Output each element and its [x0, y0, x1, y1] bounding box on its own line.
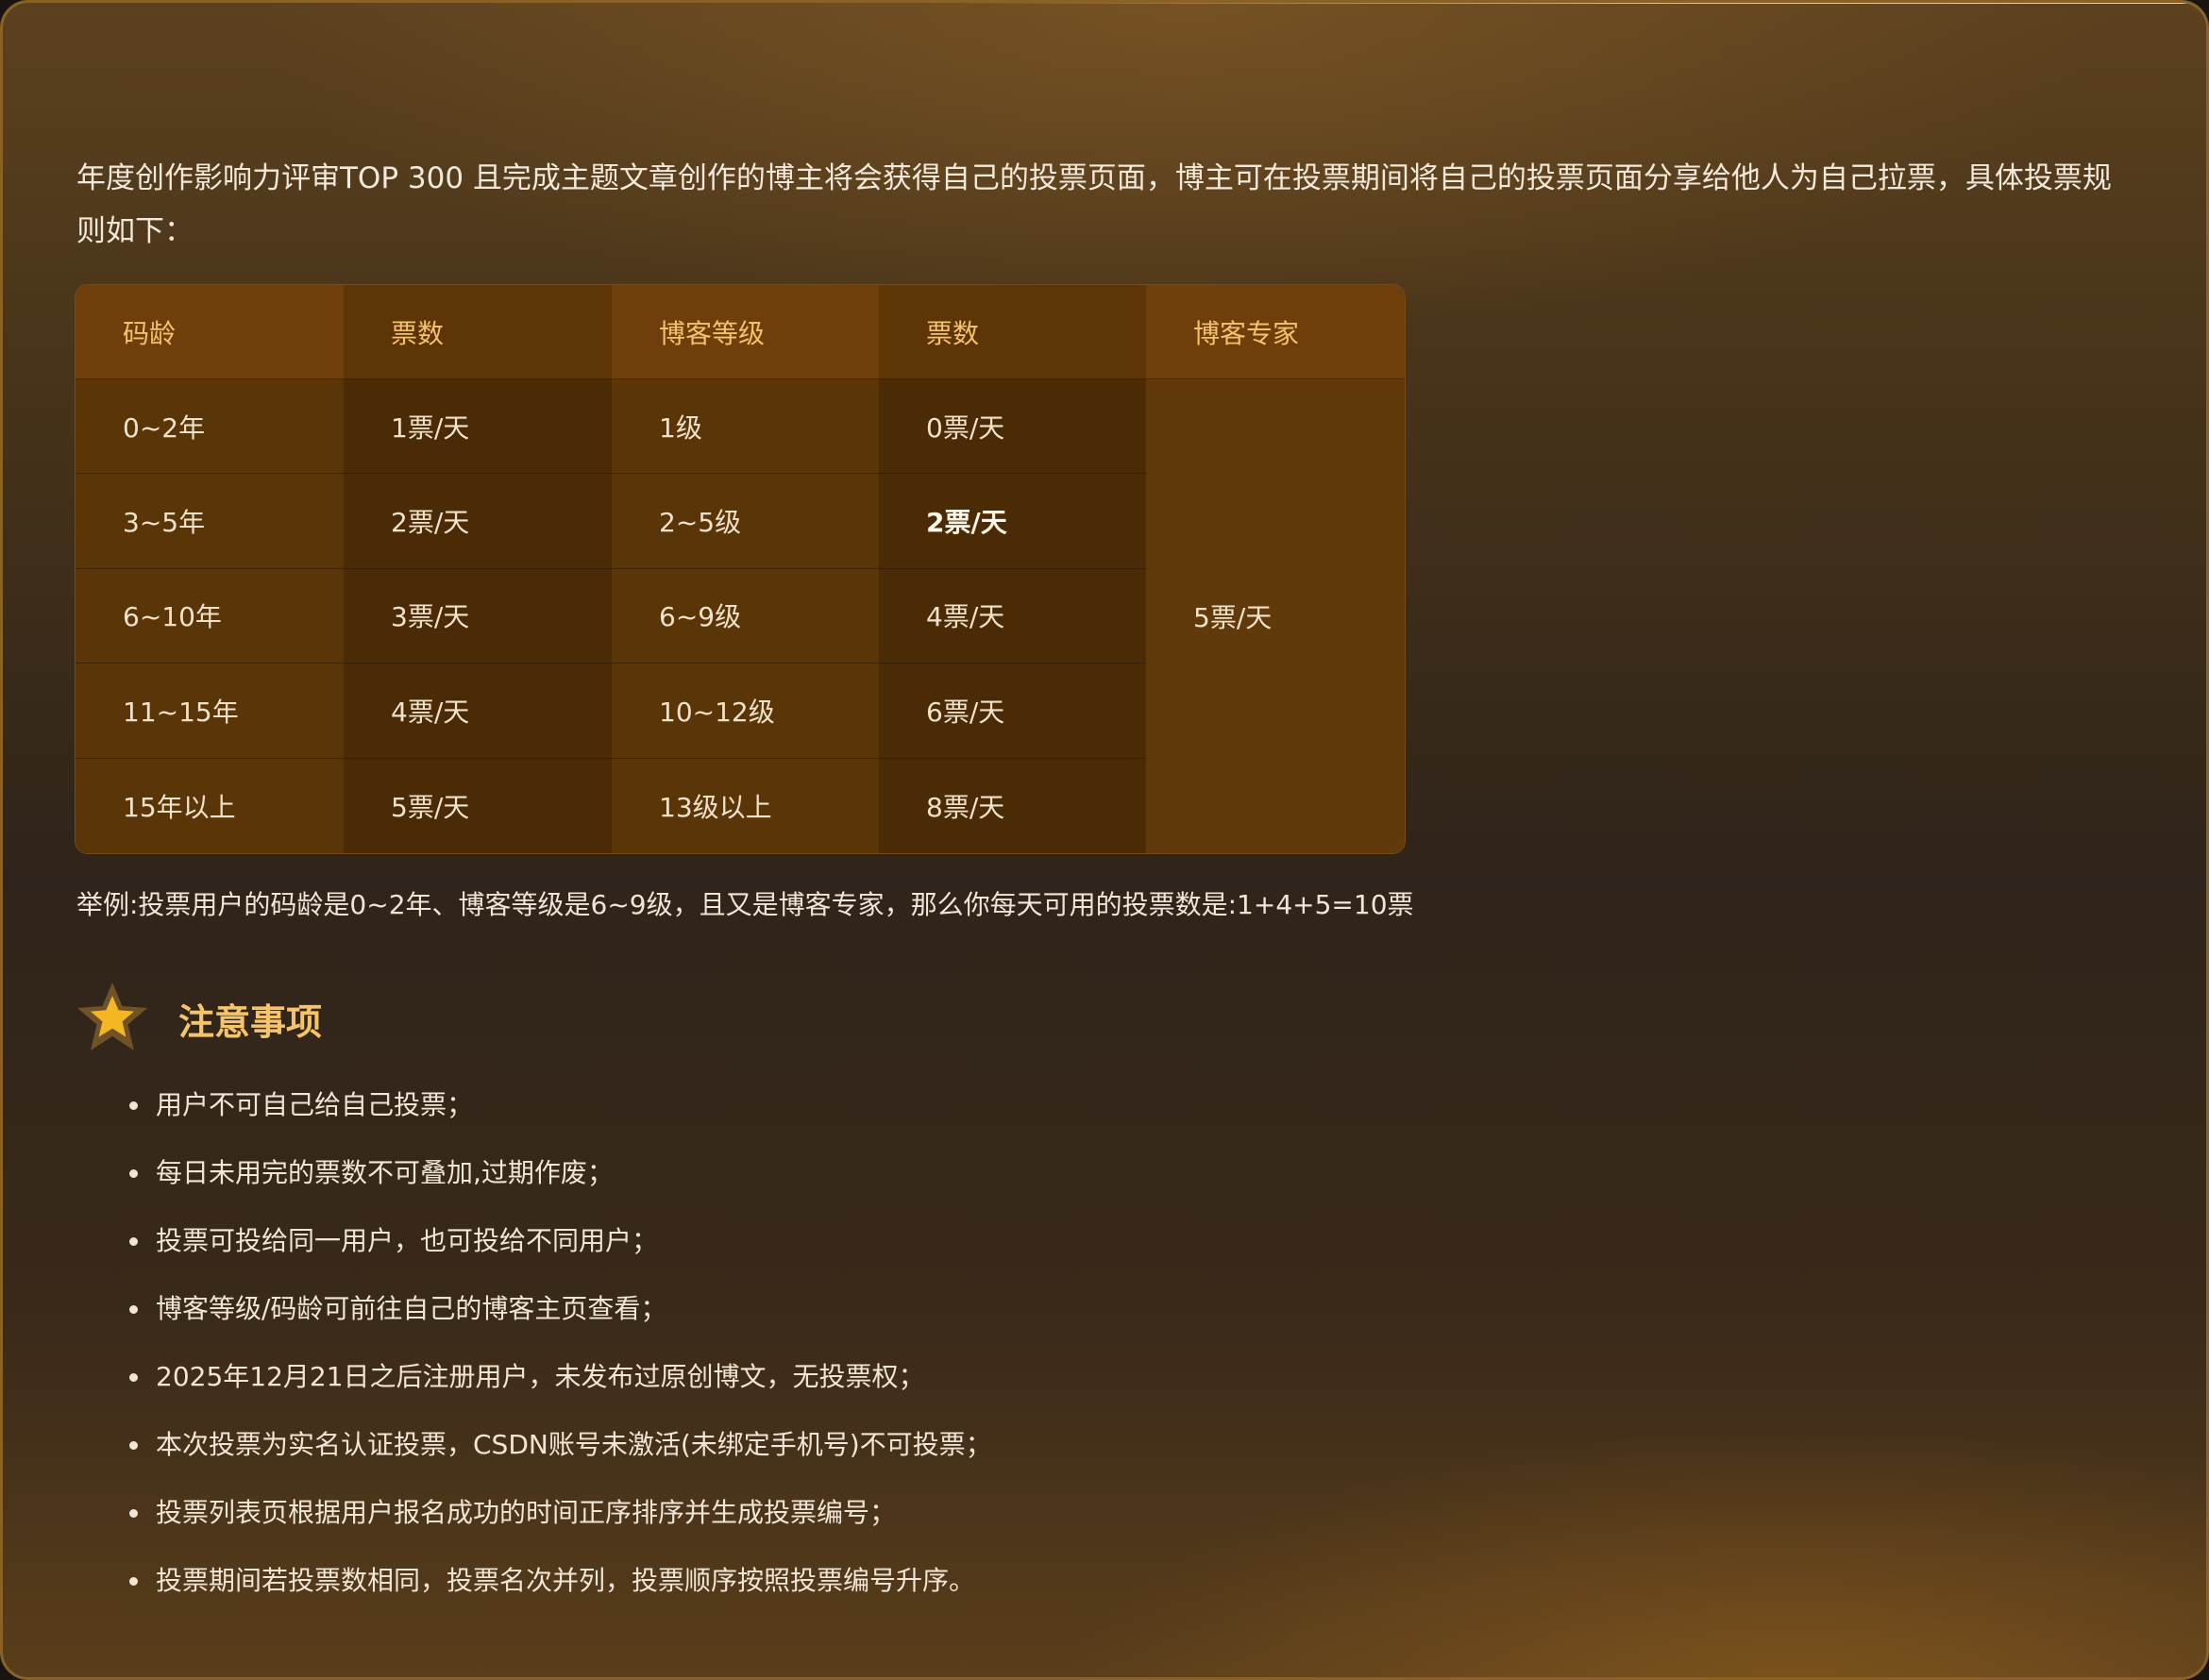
notice-header: 注意事项	[75, 981, 322, 1056]
list-item: 博客等级/码龄可前往自己的博客主页查看；	[129, 1283, 992, 1351]
cell-code-age: 0~2年	[76, 379, 344, 475]
intro-text: 年度创作影响力评审TOP 300 且完成主题文章创作的博主将会获得自己的投票页面…	[76, 161, 2112, 248]
cell-votes-by-level: 4票/天	[879, 568, 1146, 664]
cell-blog-level: 2~5级	[612, 474, 879, 569]
header-code-age: 码龄	[76, 285, 344, 379]
cell-votes-by-level: 8票/天	[879, 758, 1146, 853]
cell-votes-by-age: 1票/天	[344, 379, 612, 475]
table-row: 0~2年 1票/天 1级 0票/天 5票/天	[76, 379, 1405, 853]
cell-code-age: 15年以上	[76, 758, 344, 853]
list-item: 每日未用完的票数不可叠加,过期作废；	[129, 1147, 992, 1215]
header-votes-by-level: 票数	[879, 285, 1146, 379]
cell-code-age: 11~15年	[76, 664, 344, 759]
list-item: 用户不可自己给自己投票；	[129, 1079, 992, 1147]
star-icon	[77, 983, 147, 1050]
cell-votes-by-age: 2票/天	[344, 474, 612, 569]
list-item: 投票可投给同一用户，也可投给不同用户；	[129, 1215, 992, 1283]
cell-code-age: 3~5年	[76, 474, 344, 569]
cell-votes-by-level: 0票/天	[879, 379, 1146, 475]
cell-blog-level: 1级	[612, 379, 879, 475]
cell-blog-level: 6~9级	[612, 568, 879, 664]
cell-votes-by-age: 3票/天	[344, 568, 612, 664]
notice-title: 注意事项	[178, 1000, 323, 1043]
cell-votes-by-age: 4票/天	[344, 664, 612, 759]
cell-votes-by-age: 5票/天	[344, 758, 612, 853]
example-text: 举例:投票用户的码龄是0~2年、博客等级是6~9级，且又是博客专家，那么你每天可…	[76, 889, 1414, 920]
header-votes-by-age: 票数	[344, 285, 612, 379]
cell-blog-level: 10~12级	[612, 664, 879, 759]
cell-votes-by-level: 2票/天	[879, 474, 1146, 569]
notice-list: 用户不可自己给自己投票； 每日未用完的票数不可叠加,过期作废； 投票可投给同一用…	[129, 1079, 992, 1622]
list-item: 2025年12月21日之后注册用户，未发布过原创博文，无投票权；	[129, 1351, 992, 1419]
cell-blog-level: 13级以上	[612, 758, 879, 853]
cell-code-age: 6~10年	[76, 568, 344, 664]
vote-rules-table: 码龄 票数 博客等级 票数 博客专家 0~2年 1票/天 1级 0票/天 5票/…	[75, 284, 1406, 854]
cell-expert-votes: 5票/天	[1146, 379, 1405, 853]
list-item: 投票列表页根据用户报名成功的时间正序排序并生成投票编号；	[129, 1487, 992, 1554]
table-header-row: 码龄 票数 博客等级 票数 博客专家	[76, 285, 1405, 379]
header-blog-expert: 博客专家	[1146, 285, 1405, 379]
cell-votes-by-level: 6票/天	[879, 664, 1146, 759]
list-item: 投票期间若投票数相同，投票名次并列，投票顺序按照投票编号升序。	[129, 1554, 992, 1622]
header-blog-level: 博客等级	[612, 285, 879, 379]
voting-rules-card: 年度创作影响力评审TOP 300 且完成主题文章创作的博主将会获得自己的投票页面…	[0, 0, 2209, 1680]
list-item: 本次投票为实名认证投票，CSDN账号未激活(未绑定手机号)不可投票；	[129, 1419, 992, 1487]
